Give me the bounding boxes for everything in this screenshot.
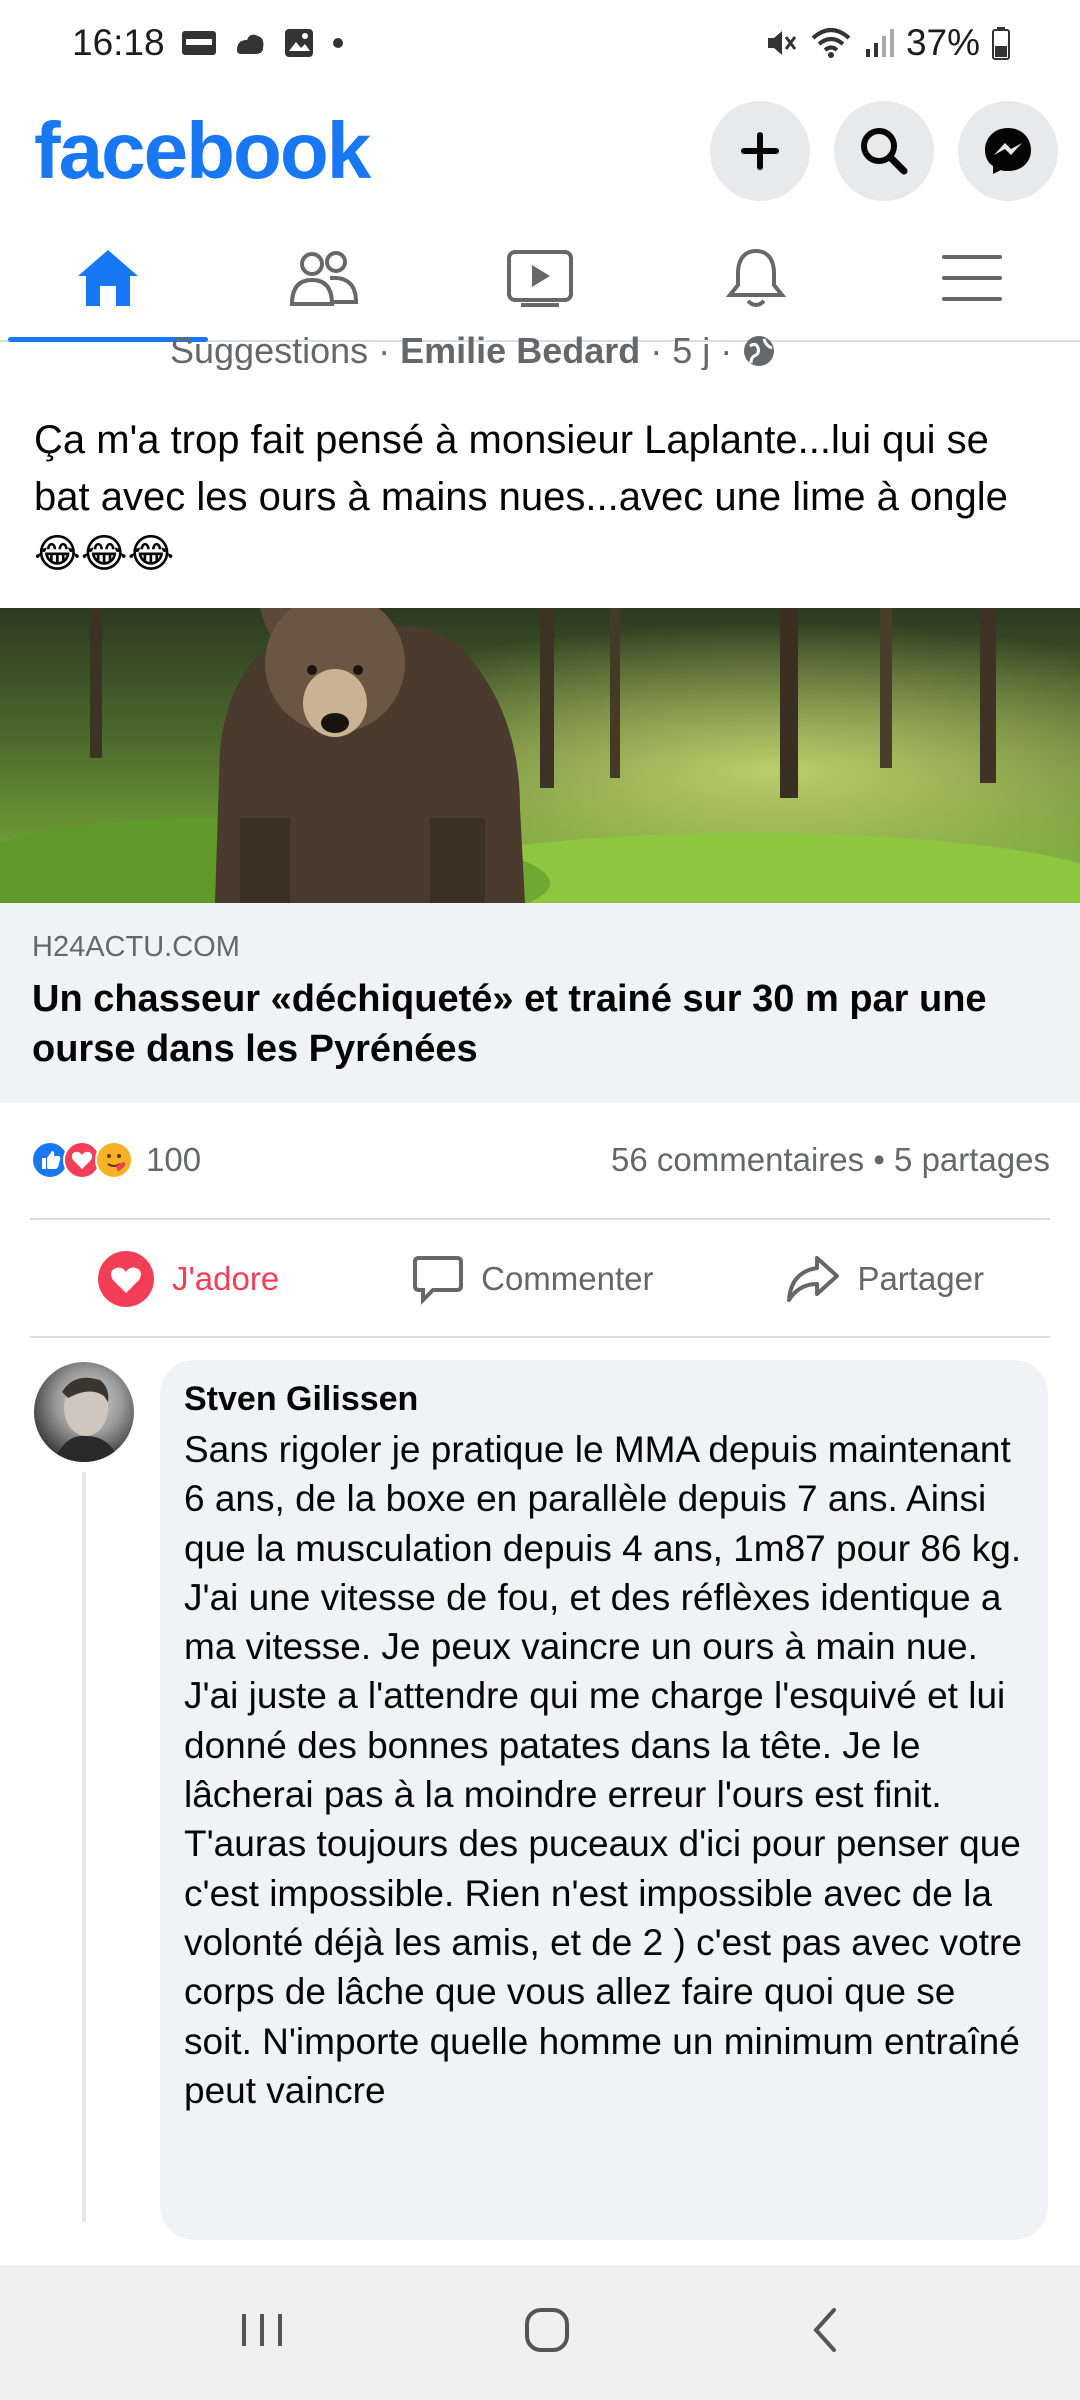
commenter-avatar[interactable] [34, 1362, 134, 1462]
post-actions: J'adore Commenter Partager [30, 1222, 1050, 1336]
mute-icon [764, 26, 798, 60]
link-domain: H24ACTU.COM [32, 931, 240, 963]
status-left: 16:18 [72, 22, 345, 64]
status-right: 37% [764, 22, 1010, 64]
recent-apps-button[interactable] [240, 2310, 284, 2355]
wifi-icon [810, 26, 852, 60]
plus-icon [741, 132, 779, 170]
search-icon [861, 128, 908, 175]
comment-text: Sans rigoler je pratique le MMA depuis m… [184, 1429, 1022, 2111]
comment-bubble[interactable]: Stven Gilissen Sans rigoler je pratique … [160, 1360, 1048, 2240]
reaction-count: 100 [146, 1141, 202, 1178]
share-button[interactable]: Partager [785, 1252, 984, 1306]
home-button[interactable] [523, 2306, 571, 2359]
love-button[interactable]: J'adore [96, 1249, 279, 1309]
messenger-button[interactable] [958, 101, 1058, 201]
care-reaction-icon [95, 1141, 133, 1179]
reactions-row: 100 56 commentaires • 5 partages [30, 1130, 1050, 1190]
post-author[interactable]: Emilie Bedard [400, 330, 640, 370]
post-meta-prefix: Suggestions · [170, 330, 401, 370]
love-icon [97, 1251, 154, 1307]
home-circle-icon [524, 2308, 569, 2352]
facebook-logo[interactable]: facebook [34, 105, 371, 197]
video-icon [507, 250, 573, 307]
back-button[interactable] [810, 2306, 840, 2359]
link-preview-image[interactable] [0, 608, 1080, 903]
comments-shares-count[interactable]: 56 commentaires • 5 partages [611, 1141, 1050, 1179]
post-meta-suffix: · 5 j · [640, 330, 743, 370]
status-bar: 16:18 37% [0, 0, 1080, 86]
link-title: Un chasseur «déchiqueté» et trainé sur 3… [32, 978, 987, 1070]
tab-menu[interactable] [864, 216, 1080, 340]
share-label: Partager [857, 1260, 985, 1297]
comment-author[interactable]: Stven Gilissen [184, 1380, 1024, 1419]
reactions-summary[interactable]: 100 [30, 1140, 201, 1180]
battery-icon [992, 26, 1010, 60]
app-header: facebook [0, 86, 1080, 216]
post-text: Ça m'a trop fait pensé à monsieur Laplan… [34, 418, 1008, 576]
battery-percentage: 37% [905, 22, 980, 63]
tab-home[interactable] [0, 216, 216, 342]
home-icon [78, 250, 138, 306]
divider [30, 1336, 1050, 1338]
signal-icon [864, 27, 894, 59]
comment-button[interactable]: Commenter [411, 1252, 654, 1306]
fnac-app-icon [181, 28, 217, 58]
tab-watch[interactable] [432, 216, 648, 340]
bear-photo [0, 608, 1080, 903]
divider [30, 1218, 1050, 1220]
hamburger-menu-icon [942, 255, 1002, 301]
tab-friends[interactable] [216, 216, 432, 340]
status-time: 16:18 [72, 22, 165, 63]
comment-icon [413, 1256, 464, 1305]
friends-icon [289, 251, 359, 306]
love-label: J'adore [171, 1260, 280, 1297]
comment-label: Commenter [481, 1260, 654, 1297]
cloud-icon [233, 28, 267, 58]
link-preview[interactable]: H24ACTU.COM Un chasseur «déchiqueté» et … [0, 903, 1080, 1103]
gallery-icon [283, 27, 315, 59]
messenger-icon [985, 128, 1031, 174]
header-actions [710, 101, 1058, 201]
globe-icon [744, 336, 775, 366]
create-button[interactable] [710, 101, 810, 201]
share-icon [787, 1256, 840, 1302]
navigation-tabs [0, 216, 1080, 342]
notification-dot-icon [331, 36, 345, 50]
system-navigation-bar [0, 2265, 1080, 2400]
tab-notifications[interactable] [648, 216, 864, 340]
recent-apps-icon [241, 2314, 282, 2346]
bell-icon [725, 248, 787, 307]
comment-thread-line [82, 1472, 86, 2222]
post-meta: Suggestions · Emilie Bedard · 5 j · [170, 330, 776, 370]
search-button[interactable] [834, 101, 934, 201]
back-icon [813, 2308, 837, 2352]
